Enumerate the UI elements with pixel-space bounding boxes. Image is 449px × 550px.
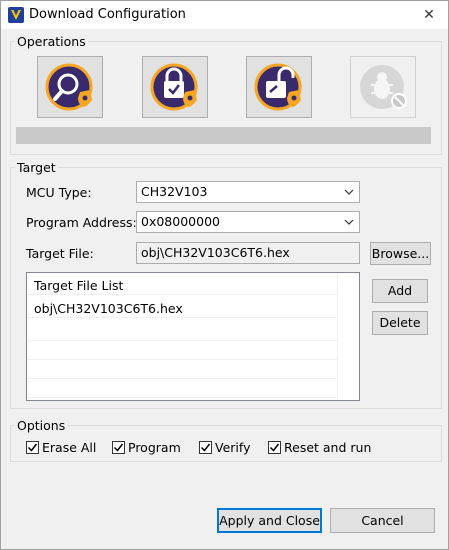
reset-and-run-label: Reset and run (284, 440, 372, 455)
target-file-value: obj\CH32V103C6T6.hex (141, 245, 290, 260)
app-logo-icon (8, 7, 24, 23)
check-mark-icon (200, 443, 211, 452)
cancel-button[interactable]: Cancel (330, 508, 435, 533)
target-file-label: Target File: (26, 246, 94, 261)
add-button[interactable]: Add (372, 279, 428, 303)
list-item-empty (27, 323, 337, 341)
browse-button[interactable]: Browse... (370, 242, 431, 265)
check-mark-icon (27, 443, 38, 452)
program-label: Program (128, 440, 181, 455)
list-item-empty (27, 380, 337, 398)
erase-all-label: Erase All (42, 440, 97, 455)
operation-progress-bar (16, 127, 431, 144)
reset-and-run-checkbox[interactable]: Reset and run (268, 440, 371, 455)
unprotect-button[interactable] (246, 56, 312, 118)
download-configuration-window: Download Configuration ✕ Operations Targ… (0, 0, 449, 550)
options-legend: Options (17, 418, 66, 433)
title-bar: Download Configuration ✕ (1, 1, 448, 29)
list-item-empty (27, 361, 337, 379)
list-item[interactable]: obj\CH32V103C6T6.hex (27, 300, 337, 318)
checkbox-box[interactable] (112, 441, 125, 454)
close-button[interactable]: ✕ (410, 1, 448, 29)
program-checkbox[interactable]: Program (112, 440, 181, 455)
verify-checkbox[interactable]: Verify (199, 440, 250, 455)
list-column-divider (337, 273, 338, 400)
chevron-down-icon (344, 189, 354, 195)
delete-button[interactable]: Delete (372, 311, 428, 335)
mcu-type-value: CH32V103 (141, 184, 208, 199)
target-file-field[interactable]: obj\CH32V103C6T6.hex (136, 242, 360, 264)
erase-all-checkbox[interactable]: Erase All (26, 440, 96, 455)
list-item-empty (27, 342, 337, 360)
check-mark-icon (269, 443, 280, 452)
window-title: Download Configuration (29, 7, 186, 22)
lock-shield-icon (150, 63, 198, 111)
checkbox-box[interactable] (268, 441, 281, 454)
search-shield-icon (45, 63, 93, 111)
apply-and-close-button[interactable]: Apply and Close (217, 508, 322, 533)
program-address-label: Program Address: (26, 215, 137, 230)
program-address-select[interactable]: 0x08000000 (136, 211, 360, 233)
chevron-down-icon (344, 219, 354, 225)
verify-label: Verify (215, 440, 251, 455)
query-protection-button[interactable] (37, 56, 103, 118)
unlock-shield-icon (254, 63, 302, 111)
list-header: Target File List (27, 277, 337, 295)
checkbox-box[interactable] (26, 441, 39, 454)
read-protect-button[interactable] (142, 56, 208, 118)
mcu-type-select[interactable]: CH32V103 (136, 181, 360, 203)
bug-disabled-icon (360, 65, 407, 109)
target-legend: Target (17, 160, 56, 175)
check-mark-icon (113, 443, 124, 452)
program-address-value: 0x08000000 (141, 214, 220, 229)
checkbox-box[interactable] (199, 441, 212, 454)
mcu-type-label: MCU Type: (26, 185, 92, 200)
target-file-list[interactable]: Target File List obj\CH32V103C6T6.hex (26, 272, 360, 401)
debug-button[interactable] (350, 56, 416, 118)
operations-legend: Operations (17, 34, 86, 49)
